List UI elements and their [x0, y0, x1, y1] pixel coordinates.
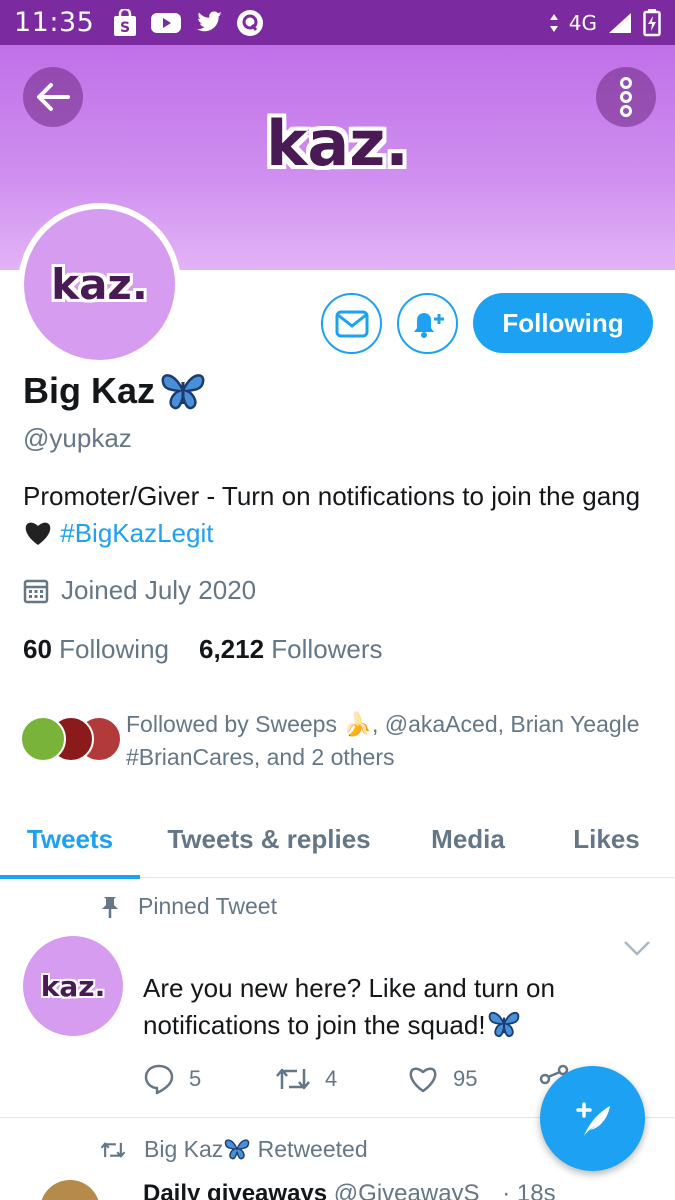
like-count: 95 [453, 1066, 478, 1091]
following-count-link[interactable]: 60 Following [23, 634, 169, 665]
more-options-button[interactable] [596, 67, 656, 127]
follower-avatar [20, 716, 66, 762]
bio-text: Promoter/Giver - Turn on notifications t… [23, 481, 641, 511]
network-type: 4G [568, 10, 597, 35]
retweeted-label: Retweeted [257, 1136, 368, 1162]
youtube-icon [150, 11, 182, 35]
next-tweet-header[interactable]: Daily giveaways @GiveawayS · 18s [143, 1180, 556, 1200]
bio-hashtag-link[interactable]: #BigKazLegit [60, 518, 213, 548]
signal-icon [607, 11, 633, 35]
tweet-actions: 5 4 95 [143, 1063, 569, 1095]
butterfly-emoji-icon [488, 1011, 519, 1038]
pin-icon [102, 896, 118, 918]
followers-label: Followers [271, 634, 383, 664]
bell-plus-icon [413, 312, 444, 338]
next-tweet-avatar[interactable] [40, 1180, 100, 1200]
tweet-text[interactable]: Are you new here? Like and turn on notif… [143, 970, 623, 1044]
profile-name: Big Kaz [23, 370, 207, 412]
pinned-indicator: Pinned Tweet [100, 893, 277, 920]
pinned-label: Pinned Tweet [138, 893, 277, 919]
profile-handle: @yupkaz [23, 423, 132, 453]
chevron-down-icon[interactable] [622, 937, 652, 959]
profile-avatar[interactable]: kaz. [18, 203, 181, 366]
notifications-button[interactable] [397, 293, 458, 354]
data-arrows-icon [549, 13, 559, 33]
reply-count: 5 [189, 1066, 202, 1091]
status-bar: 11:35 S 4G [0, 0, 675, 45]
joined-text: Joined July 2020 [61, 575, 257, 605]
retweet-icon [100, 1142, 126, 1157]
envelope-icon [335, 310, 368, 337]
compose-tweet-button[interactable] [540, 1066, 645, 1171]
retweet-icon [276, 1068, 310, 1090]
tab-tweets-and-replies[interactable]: Tweets & replies [140, 800, 398, 878]
joined-date: Joined July 2020 [23, 575, 256, 606]
tab-tweets[interactable]: Tweets [0, 800, 140, 879]
heart-icon [409, 1067, 437, 1093]
calendar-icon [23, 579, 49, 603]
tab-media[interactable]: Media [398, 800, 538, 878]
followed-by-text: Followed by Sweeps 🍌, @akaAced, Brian Ye… [126, 711, 640, 770]
battery-icon [643, 8, 661, 37]
follower-avatars [20, 716, 122, 766]
following-count: 60 [23, 634, 52, 664]
retweeted-indicator: Big Kaz Retweeted [100, 1136, 368, 1163]
butterfly-emoji-icon [225, 1139, 250, 1160]
quora-icon [236, 9, 264, 37]
tab-likes[interactable]: Likes [538, 800, 675, 878]
following-label: Following [59, 634, 169, 664]
next-tweet-author: Daily giveaways [143, 1180, 328, 1200]
reply-icon [144, 1064, 174, 1095]
back-arrow-icon [37, 83, 70, 111]
more-vertical-icon [620, 77, 632, 117]
tweet-avatar[interactable]: kaz. [23, 936, 123, 1036]
following-button[interactable]: Following [473, 293, 653, 353]
profile-bio: Promoter/Giver - Turn on notifications t… [23, 478, 653, 552]
twitter-icon [194, 10, 224, 36]
next-tweet-handle: @GiveawayS [333, 1180, 480, 1200]
shopping-bag-icon: S [112, 8, 138, 37]
message-button[interactable] [321, 293, 382, 354]
black-heart-emoji-icon [25, 522, 51, 545]
banner-logo-text: kaz. [266, 107, 409, 180]
profile-tabs: Tweets Tweets & replies Media Likes [0, 800, 675, 879]
next-tweet-time: · 18s [502, 1180, 556, 1200]
like-button[interactable]: 95 [407, 1064, 539, 1094]
avatar-logo-text: kaz. [24, 209, 175, 360]
followed-by-section[interactable]: Followed by Sweeps 🍌, @akaAced, Brian Ye… [20, 708, 660, 774]
retweeter-name: Big Kaz [144, 1136, 224, 1162]
retweet-count: 4 [325, 1066, 338, 1091]
follow-counts: 60 Following 6,212 Followers [23, 634, 383, 665]
followers-count: 6,212 [198, 634, 265, 664]
followers-count-link[interactable]: 6,212 Followers [199, 634, 383, 665]
profile-name-text: Big Kaz [23, 370, 156, 411]
reply-button[interactable]: 5 [143, 1063, 275, 1095]
svg-text:S: S [120, 20, 130, 36]
back-button[interactable] [23, 67, 83, 127]
butterfly-emoji-icon [161, 374, 205, 410]
retweet-button[interactable]: 4 [275, 1065, 407, 1093]
compose-feather-icon [575, 1101, 610, 1136]
status-time: 11:35 [14, 7, 95, 38]
